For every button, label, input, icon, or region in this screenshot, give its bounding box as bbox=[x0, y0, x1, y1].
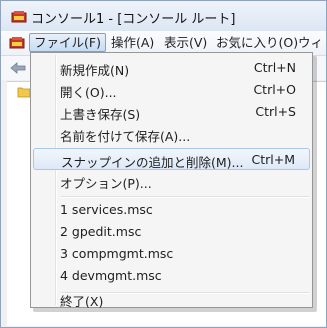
menu-item-label: オプション(P)... bbox=[60, 176, 152, 191]
menu-item-save[interactable]: 上書き保存(S) Ctrl+S bbox=[33, 101, 310, 123]
menu-item-save-as[interactable]: 名前を付けて保存(A)... bbox=[33, 123, 310, 145]
menu-separator bbox=[61, 196, 309, 198]
back-arrow-icon[interactable] bbox=[9, 61, 27, 75]
window-title: コンソール1 - [コンソール ルート] bbox=[31, 12, 236, 27]
menu-action[interactable]: 操作(A) bbox=[107, 33, 158, 52]
menu-item-recent-3[interactable]: 3 compmgmt.msc bbox=[33, 243, 310, 265]
menu-item-shortcut: Ctrl+M bbox=[251, 152, 296, 167]
menu-item-label: 3 compmgmt.msc bbox=[60, 246, 174, 261]
file-menu-dropdown: 新規作成(N) Ctrl+N 開く(O)... Ctrl+O 上書き保存(S) … bbox=[30, 52, 313, 309]
menu-favorites[interactable]: お気に入り(O) bbox=[212, 33, 302, 52]
menu-item-shortcut: Ctrl+N bbox=[253, 60, 296, 75]
mmc-app-icon bbox=[11, 11, 27, 23]
menu-item-label: スナップインの追加と削除(M)... bbox=[61, 155, 244, 170]
menu-item-recent-1[interactable]: 1 services.msc bbox=[33, 199, 310, 221]
menu-item-recent-2[interactable]: 2 gpedit.msc bbox=[33, 221, 310, 243]
menu-item-label: 2 gpedit.msc bbox=[60, 224, 142, 239]
menu-file[interactable]: ファイル(F) bbox=[29, 33, 106, 52]
menu-item-open[interactable]: 開く(O)... Ctrl+O bbox=[33, 79, 310, 101]
menu-item-label: 新規作成(N) bbox=[60, 63, 130, 78]
menu-window[interactable]: ウィ bbox=[294, 33, 326, 52]
menu-item-shortcut: Ctrl+S bbox=[255, 104, 296, 119]
menu-item-new[interactable]: 新規作成(N) Ctrl+N bbox=[33, 57, 310, 79]
folder-icon bbox=[17, 87, 31, 98]
menu-item-label: 1 services.msc bbox=[60, 202, 153, 217]
mmc-system-menu-icon[interactable] bbox=[9, 36, 25, 49]
menu-item-shortcut: Ctrl+O bbox=[253, 82, 296, 97]
title-bar: コンソール1 - [コンソール ルート] bbox=[1, 1, 326, 31]
menu-item-label: 名前を付けて保存(A)... bbox=[60, 129, 191, 144]
menu-view[interactable]: 表示(V) bbox=[160, 33, 211, 52]
menu-item-label: 4 devmgmt.msc bbox=[60, 268, 162, 283]
menu-item-label: 開く(O)... bbox=[60, 85, 117, 100]
menu-item-add-remove-snapin[interactable]: スナップインの追加と削除(M)... Ctrl+M bbox=[33, 148, 310, 170]
menu-item-label: 終了(X) bbox=[60, 294, 104, 309]
menu-item-options[interactable]: オプション(P)... bbox=[33, 170, 310, 192]
menu-item-label: 上書き保存(S) bbox=[60, 107, 141, 122]
menu-item-exit[interactable]: 終了(X) bbox=[33, 283, 310, 309]
